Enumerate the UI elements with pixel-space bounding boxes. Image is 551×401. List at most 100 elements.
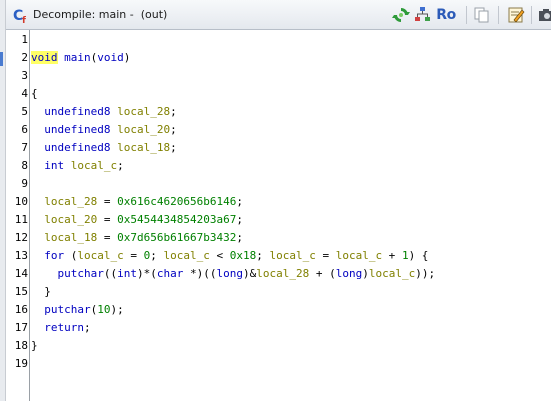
variable-token[interactable]: local_c: [336, 249, 382, 262]
code-token[interactable]: ));: [415, 267, 435, 280]
code-token[interactable]: [31, 159, 44, 172]
refresh-button[interactable]: [390, 4, 412, 26]
code-token[interactable]: [31, 213, 44, 226]
code-token[interactable]: ): [362, 267, 369, 280]
code-line[interactable]: {: [31, 85, 38, 103]
keyword-token[interactable]: long: [336, 267, 363, 280]
function-token[interactable]: main: [64, 51, 91, 64]
keyword-token[interactable]: long: [216, 267, 243, 280]
keyword-token[interactable]: undefined8: [44, 105, 110, 118]
variable-token[interactable]: local_c: [71, 159, 117, 172]
number-token[interactable]: 1: [402, 249, 409, 262]
number-token[interactable]: 0x18: [230, 249, 257, 262]
code-token[interactable]: + (: [309, 267, 336, 280]
code-line[interactable]: undefined8 local_18;: [31, 139, 177, 157]
code-token[interactable]: [31, 105, 44, 118]
variable-token[interactable]: local_18: [44, 231, 97, 244]
code-line[interactable]: return;: [31, 319, 91, 337]
keyword-token[interactable]: int: [117, 267, 137, 280]
edit-button[interactable]: [505, 4, 527, 26]
code-line[interactable]: local_18 = 0x7d656b61667b3432;: [31, 229, 243, 247]
code-token[interactable]: ((: [104, 267, 117, 280]
code-token[interactable]: );: [110, 303, 123, 316]
code-token[interactable]: ;: [117, 159, 124, 172]
code-line[interactable]: for (local_c = 0; local_c < 0x18; local_…: [31, 247, 428, 265]
variable-token[interactable]: local_20: [117, 123, 170, 136]
code-token[interactable]: [31, 267, 58, 280]
variable-token[interactable]: local_20: [44, 213, 97, 226]
code-token[interactable]: =: [316, 249, 336, 262]
code-line[interactable]: putchar((int)*(char *)((long)&local_28 +…: [31, 265, 436, 283]
variable-token[interactable]: local_18: [117, 141, 170, 154]
code-token[interactable]: ;: [170, 141, 177, 154]
keyword-token[interactable]: undefined8: [44, 123, 110, 136]
line-number: 7: [21, 141, 28, 154]
function-token[interactable]: putchar: [44, 303, 90, 316]
number-token[interactable]: 10: [97, 303, 110, 316]
code-token[interactable]: [31, 141, 44, 154]
number-token[interactable]: 0x616c4620656b6146: [117, 195, 236, 208]
code-token[interactable]: ;: [84, 321, 91, 334]
code-line[interactable]: local_28 = 0x616c4620656b6146;: [31, 193, 243, 211]
keyword-token[interactable]: void: [31, 51, 58, 64]
keyword-token[interactable]: int: [44, 159, 64, 172]
code-token[interactable]: <: [210, 249, 230, 262]
code-token[interactable]: [64, 159, 71, 172]
code-token[interactable]: ;: [150, 249, 163, 262]
code-token[interactable]: ;: [170, 123, 177, 136]
decompiled-code-area[interactable]: void main(void){ undefined8 local_28; un…: [30, 30, 551, 401]
variable-token[interactable]: local_c: [369, 267, 415, 280]
code-token[interactable]: =: [124, 249, 144, 262]
code-token[interactable]: {: [31, 87, 38, 100]
code-token[interactable]: =: [97, 231, 117, 244]
snapshot-button[interactable]: [536, 4, 551, 26]
code-token[interactable]: ;: [236, 231, 243, 244]
keyword-token[interactable]: void: [97, 51, 124, 64]
code-token[interactable]: *)((: [183, 267, 217, 280]
number-token[interactable]: 0x5454434854203a67: [117, 213, 236, 226]
code-token[interactable]: ;: [236, 213, 243, 226]
variable-token[interactable]: local_c: [269, 249, 315, 262]
copy-button[interactable]: [471, 4, 493, 26]
number-token[interactable]: 0x7d656b61667b3432: [117, 231, 236, 244]
code-token[interactable]: (: [64, 249, 78, 262]
code-line[interactable]: int local_c;: [31, 157, 124, 175]
function-token[interactable]: putchar: [58, 267, 104, 280]
variable-token[interactable]: local_28: [44, 195, 97, 208]
code-token[interactable]: ) {: [409, 249, 429, 262]
keyword-token[interactable]: return: [44, 321, 84, 334]
code-line[interactable]: }: [31, 337, 38, 355]
variable-token[interactable]: local_28: [256, 267, 309, 280]
keyword-token[interactable]: for: [44, 249, 64, 262]
variable-token[interactable]: local_28: [117, 105, 170, 118]
ro-read-only-toggle[interactable]: Ro: [432, 4, 460, 26]
code-line[interactable]: undefined8 local_20;: [31, 121, 177, 139]
variable-token[interactable]: local_c: [163, 249, 209, 262]
code-token[interactable]: [31, 321, 44, 334]
code-line[interactable]: putchar(10);: [31, 301, 123, 319]
code-token[interactable]: [31, 303, 44, 316]
code-token[interactable]: }: [31, 339, 38, 352]
code-token[interactable]: )*(: [137, 267, 157, 280]
code-token[interactable]: }: [31, 285, 51, 298]
code-token[interactable]: ): [124, 51, 131, 64]
code-line[interactable]: undefined8 local_28;: [31, 103, 177, 121]
code-token[interactable]: =: [97, 195, 117, 208]
code-token[interactable]: ;: [170, 105, 177, 118]
code-token[interactable]: +: [382, 249, 402, 262]
code-line[interactable]: void main(void): [31, 49, 130, 67]
code-line[interactable]: }: [31, 283, 51, 301]
graph-button[interactable]: [412, 4, 434, 26]
code-token[interactable]: [31, 195, 44, 208]
keyword-token[interactable]: undefined8: [44, 141, 110, 154]
code-token[interactable]: ;: [256, 249, 269, 262]
variable-token[interactable]: local_c: [77, 249, 123, 262]
code-line[interactable]: local_20 = 0x5454434854203a67;: [31, 211, 243, 229]
code-token[interactable]: =: [97, 213, 117, 226]
code-token[interactable]: [31, 231, 44, 244]
code-token[interactable]: )&: [243, 267, 256, 280]
code-token[interactable]: [31, 249, 44, 262]
keyword-token[interactable]: char: [157, 267, 184, 280]
code-token[interactable]: [31, 123, 44, 136]
code-token[interactable]: ;: [236, 195, 243, 208]
